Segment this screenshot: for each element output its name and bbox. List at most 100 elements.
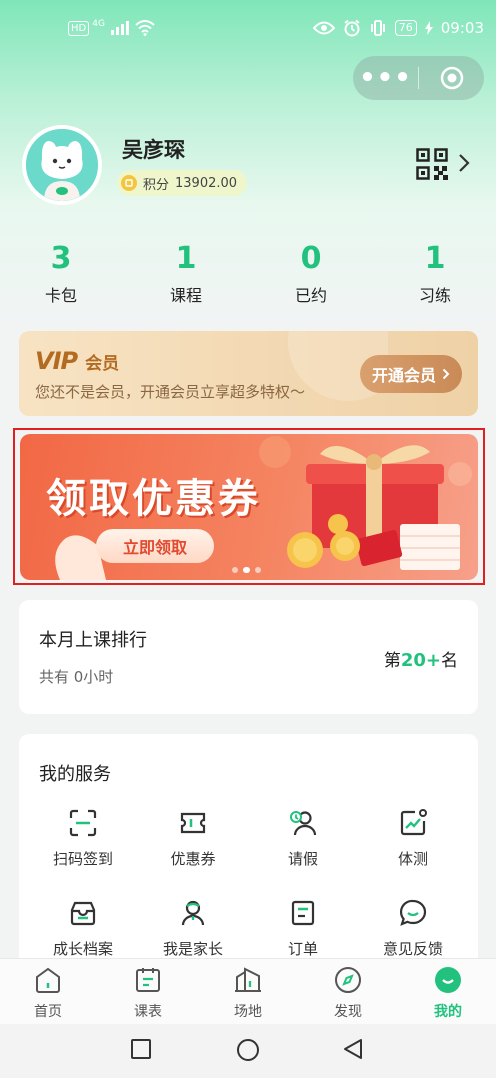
stat-practice[interactable]: 1 习练 <box>387 240 483 306</box>
tab-schedule[interactable]: 课表 <box>108 965 188 1021</box>
service-coupon[interactable]: 优惠券 <box>138 808 248 869</box>
stat-booked[interactable]: 0 已约 <box>263 240 359 306</box>
profile-icon <box>435 967 461 993</box>
services-title: 我的服务 <box>39 764 111 785</box>
service-label: 优惠券 <box>170 850 216 868</box>
open-vip-button[interactable]: 开通会员 <box>359 355 462 393</box>
service-feedback[interactable]: 意见反馈 <box>358 898 468 959</box>
carousel-indicator <box>232 567 261 573</box>
parent-icon <box>181 900 205 926</box>
service-leave[interactable]: 请假 <box>248 808 358 869</box>
tab-label: 发现 <box>334 1004 362 1020</box>
service-order[interactable]: 订单 <box>248 898 358 959</box>
stat-value: 1 <box>175 241 197 276</box>
order-icon <box>291 900 315 926</box>
tab-label: 首页 <box>34 1004 62 1020</box>
ranking-title: 本月上课排行 <box>39 630 147 651</box>
stat-label: 习练 <box>418 286 451 305</box>
service-label: 请假 <box>287 850 318 868</box>
discover-icon <box>335 967 361 993</box>
service-parent[interactable]: 我是家长 <box>138 898 248 959</box>
triangle-back-icon <box>344 1039 362 1059</box>
vip-title: 会员 <box>85 354 120 374</box>
stat-value: 0 <box>300 241 322 276</box>
tab-label: 我的 <box>434 1004 462 1020</box>
tab-label: 课表 <box>134 1004 162 1020</box>
close-miniprogram-button[interactable] <box>419 66 484 90</box>
rank-prefix: 第 <box>383 651 401 671</box>
claim-coupon-button[interactable]: 立即领取 <box>96 529 214 563</box>
service-scan-checkin[interactable]: 扫码签到 <box>28 808 138 869</box>
coupon-banner[interactable]: 领取优惠券 立即领取 <box>20 434 478 580</box>
service-label: 意见反馈 <box>382 940 443 958</box>
tab-label: 场地 <box>234 1004 262 1020</box>
service-label: 成长档案 <box>52 940 113 958</box>
vip-membership-card[interactable]: VIP 会员 您还不是会员，开通会员立享超多特权～ 开通会员 <box>19 331 478 416</box>
service-growth-record[interactable]: 成长档案 <box>28 898 138 959</box>
battery-indicator: 76 <box>394 20 417 36</box>
coupon-icon <box>180 812 206 834</box>
carousel-dot-active <box>243 567 250 573</box>
chevron-right-icon[interactable] <box>458 153 470 177</box>
leave-icon <box>290 811 317 836</box>
stat-label: 已约 <box>294 286 327 305</box>
stat-value: 3 <box>50 241 72 276</box>
service-fitness-test[interactable]: 体测 <box>358 808 468 869</box>
vip-description: 您还不是会员，开通会员立享超多特权～ <box>35 383 306 401</box>
coin-icon <box>121 175 137 191</box>
home-icon <box>36 967 60 993</box>
user-name: 吴彦琛 <box>122 138 185 162</box>
points-badge: 积分 13902.00 <box>117 170 248 196</box>
square-icon <box>131 1039 151 1059</box>
recent-apps-button[interactable] <box>130 1038 152 1064</box>
tab-home[interactable]: 首页 <box>8 965 88 1021</box>
stat-card-package[interactable]: 3 卡包 <box>13 240 109 306</box>
service-label: 扫码签到 <box>52 850 113 868</box>
service-label: 我是家长 <box>162 940 223 958</box>
stat-courses[interactable]: 1 课程 <box>138 240 234 306</box>
rank-suffix: 名 <box>441 651 458 671</box>
my-services-card: 我的服务 扫码签到 优惠券 请假 体测 成长档案 我是家长 订单 意见反馈 <box>19 734 478 994</box>
stats-row: 3 卡包 1 课程 0 已约 1 习练 <box>0 240 496 310</box>
points-value: 13902.00 <box>175 175 238 191</box>
target-close-icon <box>440 66 463 90</box>
network-type: 4G <box>92 19 105 29</box>
tab-venue[interactable]: 场地 <box>208 965 288 1021</box>
growth-record-icon <box>70 901 96 926</box>
alarm-icon <box>344 19 360 37</box>
service-label: 订单 <box>287 940 318 958</box>
qr-code-button[interactable] <box>416 148 448 184</box>
stat-value: 1 <box>424 241 446 276</box>
eye-icon <box>312 21 335 35</box>
rank-number: 20+ <box>400 650 441 671</box>
schedule-icon <box>136 968 160 992</box>
chevron-right-icon <box>442 368 450 380</box>
service-label: 体测 <box>397 850 428 868</box>
banner-title: 领取优惠券 <box>46 476 261 522</box>
mascot-avatar-icon <box>26 129 98 201</box>
charging-icon <box>424 21 433 35</box>
venue-icon <box>235 967 261 992</box>
tab-discover[interactable]: 发现 <box>308 965 388 1021</box>
circle-icon <box>237 1039 259 1061</box>
open-vip-label: 开通会员 <box>371 368 436 385</box>
feedback-icon <box>399 899 427 926</box>
tab-profile[interactable]: 我的 <box>408 965 488 1021</box>
points-label: 积分 <box>143 177 170 193</box>
status-time: 09:03 <box>440 19 484 37</box>
scan-icon <box>69 809 97 837</box>
vibrate-icon <box>370 20 385 36</box>
stat-label: 卡包 <box>44 286 77 305</box>
status-bar: HD 4G 76 09:03 <box>0 18 496 44</box>
home-system-button[interactable] <box>236 1038 260 1066</box>
signal-icon <box>110 21 129 35</box>
miniprogram-capsule: ••• <box>353 56 484 100</box>
monthly-ranking-card[interactable]: 本月上课排行 共有 0小时 第 20+ 名 <box>19 600 478 714</box>
vip-logo: VIP <box>35 347 78 375</box>
qr-code-icon <box>416 148 448 180</box>
fitness-test-icon <box>400 809 427 836</box>
more-options-icon[interactable]: ••• <box>353 65 418 91</box>
back-system-button[interactable] <box>342 1038 364 1064</box>
avatar[interactable] <box>22 125 102 205</box>
carousel-dot <box>232 567 238 573</box>
